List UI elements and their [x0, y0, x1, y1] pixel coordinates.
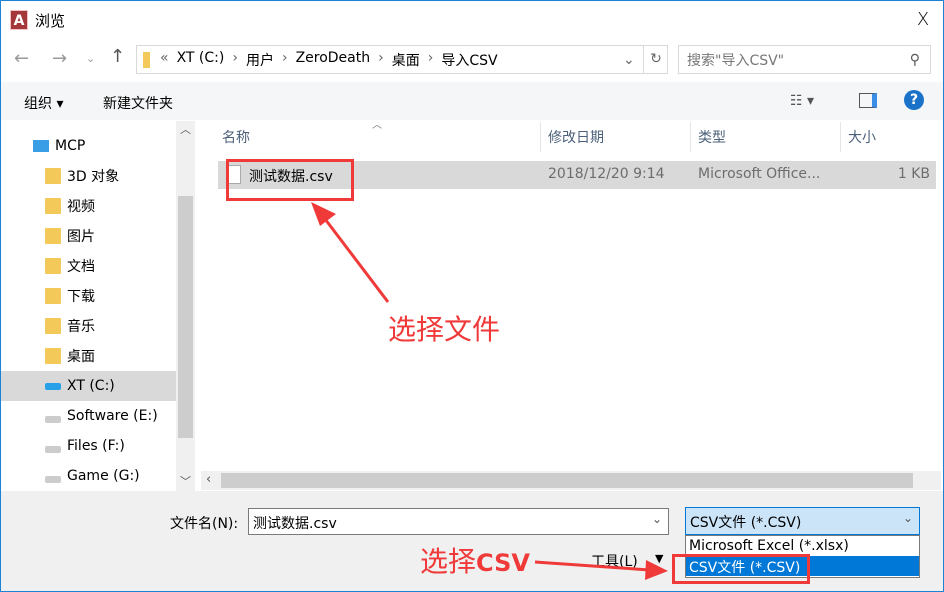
- arrow-to-csv: [534, 560, 651, 572]
- arrow-head-file: [311, 202, 336, 226]
- arrow-to-file: [320, 214, 390, 303]
- annotation-select-csv: 选择CSV: [420, 540, 530, 580]
- arrow-head-csv: [645, 560, 668, 580]
- annotation-select-csv-suffix: CSV: [476, 549, 530, 577]
- annotation-arrows: [311, 202, 668, 580]
- annotation-select-file: 选择文件: [388, 313, 501, 346]
- annotation-select-csv-prefix: 选择: [420, 545, 477, 578]
